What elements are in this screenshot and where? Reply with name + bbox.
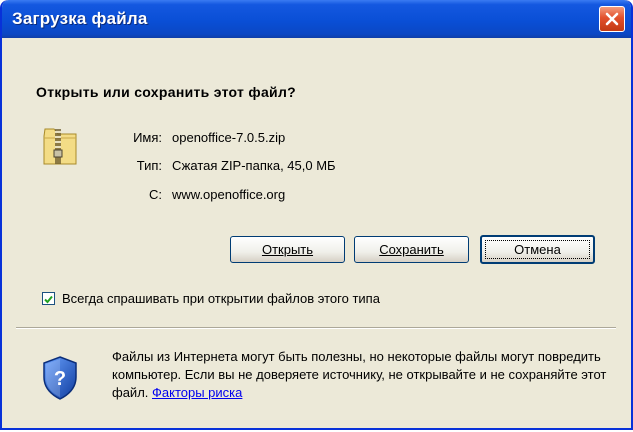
risk-factors-link[interactable]: Факторы риска — [152, 385, 242, 400]
save-button-label: Сохранить — [379, 242, 444, 257]
open-button-label: Открыть — [261, 242, 314, 257]
cancel-button[interactable]: Отмена — [480, 235, 595, 264]
dialog-question: Открыть или сохранить этот файл? — [36, 84, 296, 100]
always-ask-label[interactable]: Всегда спрашивать при открытии файлов эт… — [62, 291, 380, 306]
security-shield-icon: ? — [43, 356, 77, 400]
security-warning: Файлы из Интернета могут быть полезны, н… — [112, 348, 612, 402]
file-download-dialog: Загрузка файла Открыть или сохранить это… — [0, 0, 633, 430]
file-type-label: Тип: — [136, 158, 162, 173]
file-source-value: www.openoffice.org — [172, 187, 286, 202]
window-title: Загрузка файла — [12, 9, 148, 28]
save-button[interactable]: Сохранить — [354, 236, 469, 263]
close-button[interactable] — [599, 6, 625, 32]
file-source-label: С: — [149, 187, 162, 202]
divider — [16, 327, 616, 329]
title-bar[interactable]: Загрузка файла — [2, 0, 631, 38]
file-type-value: Сжатая ZIP-папка, 45,0 МБ — [172, 158, 336, 173]
close-icon — [605, 12, 619, 26]
file-name-label: Имя: — [133, 130, 162, 145]
always-ask-checkbox[interactable] — [42, 292, 55, 305]
file-name-value: openoffice-7.0.5.zip — [172, 130, 286, 145]
open-button[interactable]: Открыть — [230, 236, 345, 263]
checkmark-icon — [44, 295, 53, 304]
focus-ring — [485, 240, 590, 259]
zip-folder-icon — [43, 128, 77, 165]
svg-text:?: ? — [54, 368, 66, 390]
